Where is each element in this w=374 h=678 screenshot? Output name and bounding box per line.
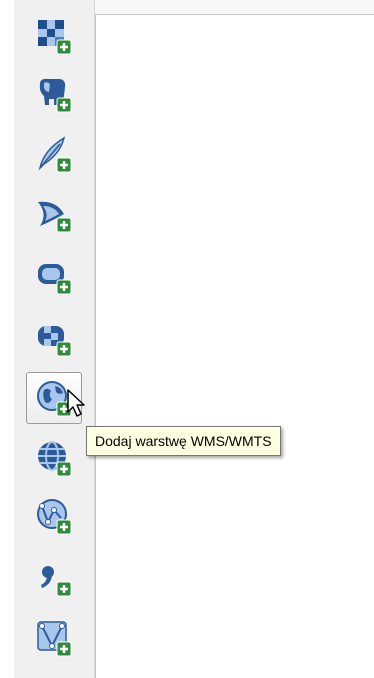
map-canvas[interactable] (95, 0, 374, 678)
add-postgis-layer-button[interactable] (26, 68, 82, 120)
canvas-border-left (95, 14, 96, 678)
data-source-toolbar (14, 0, 95, 678)
add-oracle-layer-button[interactable] (26, 250, 82, 302)
add-virtual-layer-button[interactable] (26, 612, 82, 664)
tooltip: Dodaj warstwę WMS/WMTS (86, 426, 281, 456)
wfs-globe-icon (37, 499, 72, 535)
postgis-elephant-icon (39, 78, 72, 113)
left-edge (0, 0, 14, 678)
add-db2-layer-button[interactable] (26, 312, 82, 364)
add-mssql-layer-button[interactable] (26, 188, 82, 240)
wcs-globe-icon (38, 441, 72, 477)
spatialite-feather-icon (38, 136, 72, 173)
add-delimited-text-layer-button[interactable] (26, 552, 82, 604)
add-spatialite-layer-button[interactable] (26, 128, 82, 180)
raster-grid-icon (38, 20, 72, 55)
add-wcs-layer-button[interactable] (26, 432, 82, 484)
add-raster-layer-button[interactable] (26, 10, 82, 62)
add-wfs-layer-button[interactable] (26, 490, 82, 542)
mouse-pointer-icon (67, 389, 85, 417)
db2-checker-icon (38, 326, 72, 357)
mssql-sail-icon (38, 201, 72, 233)
canvas-top-band (95, 0, 374, 14)
canvas-border-top (95, 14, 374, 15)
comma-icon (41, 566, 72, 597)
oracle-rounded-icon (38, 264, 72, 295)
virtual-layer-icon (37, 621, 72, 657)
